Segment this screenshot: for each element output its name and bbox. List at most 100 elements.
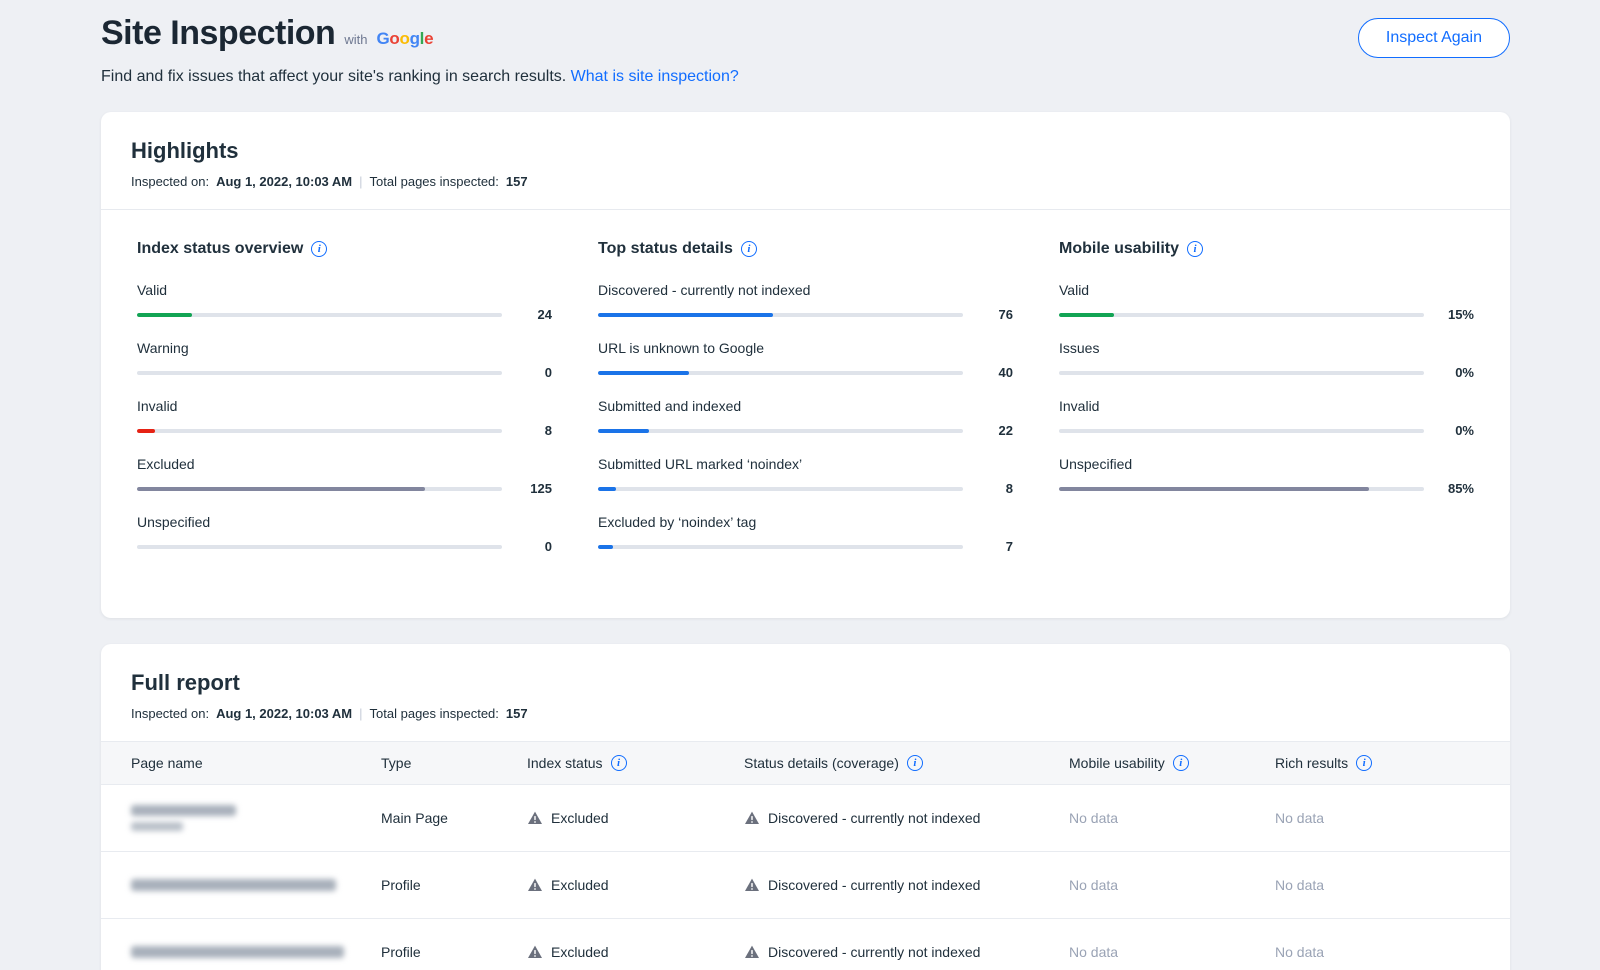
metric-value: 22 xyxy=(977,423,1013,438)
info-icon[interactable] xyxy=(907,755,923,771)
info-icon[interactable] xyxy=(611,755,627,771)
metric-label: Issues xyxy=(1059,340,1474,356)
progress-bar xyxy=(1059,487,1424,491)
rich-results-value: No data xyxy=(1275,877,1480,893)
table-row[interactable]: Profile Excluded Discovered - currently … xyxy=(101,919,1510,970)
what-is-site-inspection-link[interactable]: What is site inspection? xyxy=(571,68,739,85)
table-header-label: Page name xyxy=(131,755,203,771)
metric-row: Excluded by ‘noindex’ tag 7 xyxy=(598,514,1013,554)
meta-divider: | xyxy=(359,706,362,721)
full-report-title: Full report xyxy=(131,670,1480,696)
table-row[interactable]: Main Page Excluded Discovered - currentl… xyxy=(101,785,1510,852)
progress-bar-fill xyxy=(598,371,689,375)
highlight-section: Index status overview Valid 24 Warning 0… xyxy=(137,240,552,572)
index-status-label: Excluded xyxy=(551,944,609,960)
progress-bar xyxy=(1059,371,1424,375)
page-type: Profile xyxy=(381,877,527,893)
blurred-page-name xyxy=(131,805,236,816)
table-header-label: Type xyxy=(381,755,411,771)
highlights-card: Highlights Inspected on: Aug 1, 2022, 10… xyxy=(101,112,1510,618)
info-icon[interactable] xyxy=(311,241,327,257)
blurred-page-name xyxy=(131,822,183,831)
status-details-cell: Discovered - currently not indexed xyxy=(744,810,1069,826)
metric-label: Unspecified xyxy=(1059,456,1474,472)
highlight-section: Top status details Discovered - currentl… xyxy=(598,240,1013,572)
metric-label: Submitted and indexed xyxy=(598,398,1013,414)
metric-value: 85% xyxy=(1438,481,1474,496)
progress-bar-fill xyxy=(137,487,425,491)
metric-value: 40 xyxy=(977,365,1013,380)
metric-label: Invalid xyxy=(1059,398,1474,414)
table-row[interactable]: Profile Excluded Discovered - currently … xyxy=(101,852,1510,919)
mobile-usability-value: No data xyxy=(1069,877,1275,893)
progress-bar xyxy=(1059,429,1424,433)
page-type: Main Page xyxy=(381,810,527,826)
metric-label: Excluded by ‘noindex’ tag xyxy=(598,514,1013,530)
google-logo-letter: o xyxy=(399,29,409,48)
inspected-on-label: Inspected on: xyxy=(131,706,209,721)
inspect-again-button[interactable]: Inspect Again xyxy=(1358,18,1510,58)
metric-value: 0 xyxy=(516,365,552,380)
blurred-page-name-group xyxy=(131,802,381,834)
metric-row: Excluded 125 xyxy=(137,456,552,496)
metric-row: Valid 24 xyxy=(137,282,552,322)
metric-value: 7 xyxy=(977,539,1013,554)
section-rows: Discovered - currently not indexed 76 UR… xyxy=(598,282,1013,554)
google-logo: Google xyxy=(376,29,433,49)
page-type: Profile xyxy=(381,944,527,960)
metric-row: Submitted URL marked ‘noindex’ 8 xyxy=(598,456,1013,496)
total-pages-label: Total pages inspected: xyxy=(370,174,499,189)
total-pages-label: Total pages inspected: xyxy=(370,706,499,721)
full-report-meta: Inspected on: Aug 1, 2022, 10:03 AM | To… xyxy=(131,706,1480,721)
metric-value: 0% xyxy=(1438,423,1474,438)
rich-results-value: No data xyxy=(1275,944,1480,960)
mobile-usability-value: No data xyxy=(1069,810,1275,826)
status-details-cell: Discovered - currently not indexed xyxy=(744,944,1069,960)
metric-label: Discovered - currently not indexed xyxy=(598,282,1013,298)
page-title: Site Inspection xyxy=(101,14,335,53)
progress-bar xyxy=(137,313,502,317)
warning-icon xyxy=(527,944,543,960)
info-icon[interactable] xyxy=(1173,755,1189,771)
metric-row: Discovered - currently not indexed 76 xyxy=(598,282,1013,322)
warning-icon xyxy=(744,810,760,826)
full-report-card: Full report Inspected on: Aug 1, 2022, 1… xyxy=(101,644,1510,970)
info-icon[interactable] xyxy=(741,241,757,257)
metric-label: Excluded xyxy=(137,456,552,472)
progress-bar-fill xyxy=(1059,313,1114,317)
metric-label: Invalid xyxy=(137,398,552,414)
highlights-meta: Inspected on: Aug 1, 2022, 10:03 AM | To… xyxy=(131,174,1480,189)
progress-bar-fill xyxy=(598,487,616,491)
table-header-label: Rich results xyxy=(1275,755,1348,771)
status-details-label: Discovered - currently not indexed xyxy=(768,877,980,893)
progress-bar-fill xyxy=(137,313,192,317)
metric-row: URL is unknown to Google 40 xyxy=(598,340,1013,380)
inspected-on-value: Aug 1, 2022, 10:03 AM xyxy=(216,174,352,189)
progress-bar-fill xyxy=(598,545,613,549)
metric-label: Valid xyxy=(1059,282,1474,298)
info-icon[interactable] xyxy=(1187,241,1203,257)
metric-value: 0% xyxy=(1438,365,1474,380)
page-header: Site Inspection with Google Find and fix… xyxy=(101,14,1510,86)
warning-icon xyxy=(744,944,760,960)
google-logo-letter: G xyxy=(376,29,389,48)
status-details-cell: Discovered - currently not indexed xyxy=(744,877,1069,893)
progress-bar xyxy=(598,545,963,549)
total-pages-value: 157 xyxy=(506,706,528,721)
section-rows: Valid 24 Warning 0 Invalid 8 Excluded xyxy=(137,282,552,554)
warning-icon xyxy=(527,877,543,893)
metric-value: 8 xyxy=(516,423,552,438)
metric-value: 8 xyxy=(977,481,1013,496)
metric-value: 0 xyxy=(516,539,552,554)
warning-icon xyxy=(527,810,543,826)
highlight-section: Mobile usability Valid 15% Issues 0% Inv… xyxy=(1059,240,1474,572)
section-title: Top status details xyxy=(598,240,733,258)
mobile-usability-value: No data xyxy=(1069,944,1275,960)
info-icon[interactable] xyxy=(1356,755,1372,771)
table-header-cell: Page name xyxy=(131,755,381,771)
blurred-page-name xyxy=(131,879,336,891)
section-rows: Valid 15% Issues 0% Invalid 0% Unspecifi… xyxy=(1059,282,1474,496)
warning-icon xyxy=(744,877,760,893)
metric-row: Unspecified 0 xyxy=(137,514,552,554)
metric-row: Unspecified 85% xyxy=(1059,456,1474,496)
